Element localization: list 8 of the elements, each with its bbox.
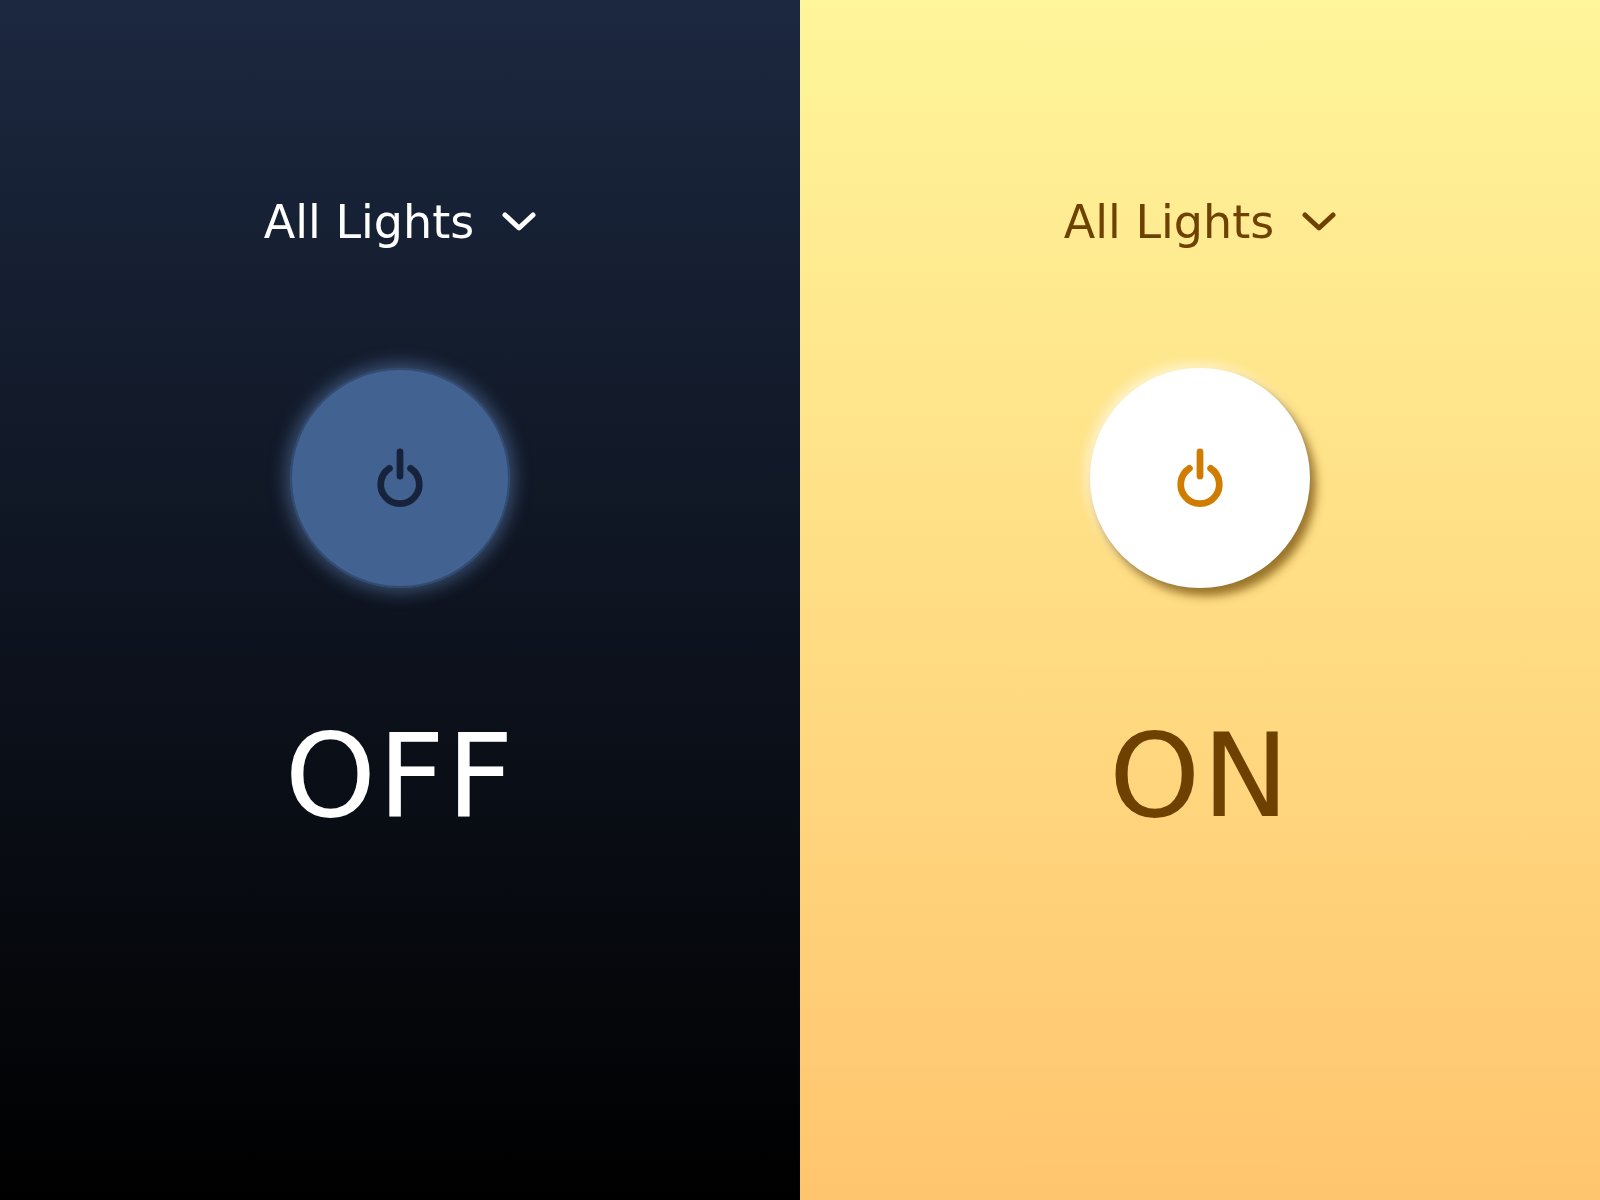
- power-button[interactable]: [1090, 368, 1310, 588]
- chevron-down-icon: [502, 212, 537, 232]
- lights-dropdown[interactable]: All Lights: [1063, 192, 1337, 252]
- state-label: OFF: [284, 718, 516, 834]
- lights-dropdown[interactable]: All Lights: [263, 192, 537, 252]
- power-button[interactable]: [290, 368, 510, 588]
- state-label: ON: [1108, 718, 1292, 834]
- chevron-down-icon: [1302, 212, 1337, 232]
